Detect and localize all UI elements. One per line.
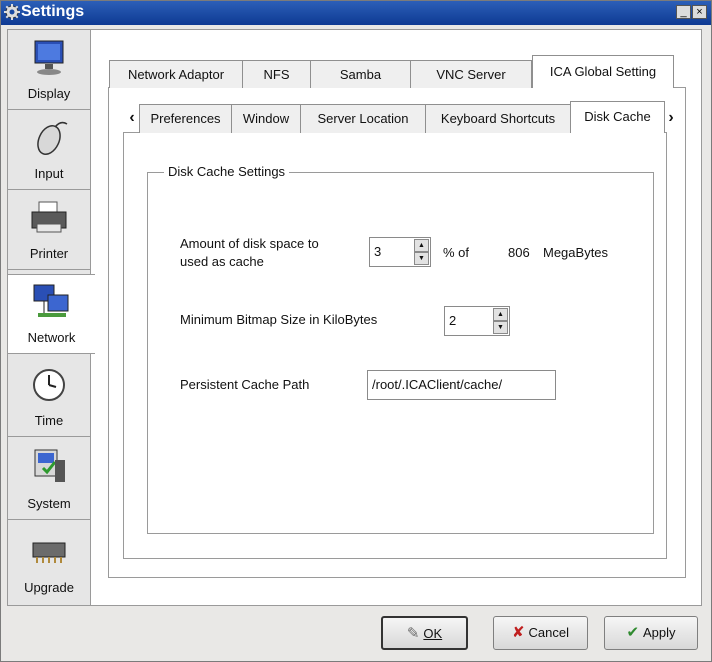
sidebar-item-label: Network bbox=[27, 330, 76, 345]
chip-icon bbox=[32, 542, 66, 563]
ok-button[interactable]: ✎ OK bbox=[381, 616, 468, 650]
sidebar-item-label: Upgrade bbox=[24, 580, 74, 595]
sidebar-item-input[interactable]: Input bbox=[8, 110, 90, 190]
clock-icon bbox=[33, 369, 65, 401]
tab-window[interactable]: Window bbox=[231, 104, 301, 133]
window-title: Settings bbox=[21, 3, 85, 20]
tab-scroll-left-icon[interactable]: ‹ bbox=[126, 110, 138, 128]
network-icon bbox=[33, 284, 68, 317]
spin-up-icon[interactable]: ▲ bbox=[493, 308, 508, 321]
tab-samba[interactable]: Samba bbox=[310, 60, 411, 88]
spin-down-icon[interactable]: ▼ bbox=[414, 252, 429, 265]
amount-label-line1: Amount of disk space to bbox=[180, 236, 319, 251]
percent-of-label: % of bbox=[443, 245, 470, 260]
monitor-icon bbox=[34, 40, 64, 75]
sidebar-item-network[interactable]: Network bbox=[7, 274, 95, 354]
system-icon bbox=[34, 449, 65, 482]
group-title: Disk Cache Settings bbox=[164, 164, 290, 179]
total-mb-value: 806 bbox=[508, 245, 530, 260]
cache-percent-value: 3 bbox=[374, 244, 382, 259]
category-sidebar: Display Input Printer Network Time Syste… bbox=[7, 29, 95, 606]
tab-server-location[interactable]: Server Location bbox=[300, 104, 426, 133]
tab-disk-cache[interactable]: Disk Cache bbox=[570, 101, 665, 133]
settings-window: Settings _ × Display Input Printer Netwo… bbox=[0, 0, 712, 662]
ok-icon: ✎ bbox=[406, 625, 420, 642]
tab-keyboard-shortcuts[interactable]: Keyboard Shortcuts bbox=[425, 104, 571, 133]
tab-nfs[interactable]: NFS bbox=[242, 60, 311, 88]
disk-cache-groupbox bbox=[147, 172, 654, 534]
spin-up-icon[interactable]: ▲ bbox=[414, 239, 429, 252]
spin-down-icon[interactable]: ▼ bbox=[493, 321, 508, 334]
cache-percent-spinner[interactable]: 3 ▲ ▼ bbox=[369, 237, 431, 267]
cancel-button[interactable]: ✘ Cancel bbox=[493, 616, 588, 650]
sidebar-item-label: Display bbox=[27, 86, 71, 101]
title-bar[interactable]: Settings _ × bbox=[1, 1, 711, 25]
tab-network-adaptor[interactable]: Network Adaptor bbox=[109, 60, 243, 88]
sidebar-item-system[interactable]: System bbox=[8, 440, 90, 520]
tab-preferences[interactable]: Preferences bbox=[139, 104, 232, 133]
min-bitmap-label: Minimum Bitmap Size in KiloBytes bbox=[180, 312, 378, 327]
checkmark-icon: ✔ bbox=[626, 624, 640, 641]
cancel-icon: ✘ bbox=[511, 624, 525, 641]
tab-scroll-right-icon[interactable]: › bbox=[665, 110, 677, 128]
gear-icon bbox=[4, 4, 20, 20]
cache-path-input[interactable]: /root/.ICAClient/cache/ bbox=[367, 370, 556, 400]
sidebar-item-display[interactable]: Display bbox=[8, 30, 90, 110]
mouse-icon bbox=[37, 121, 68, 155]
sidebar-item-upgrade[interactable]: Upgrade bbox=[8, 523, 90, 603]
min-bitmap-value: 2 bbox=[449, 313, 457, 328]
printer-icon bbox=[31, 201, 67, 233]
close-button[interactable]: × bbox=[692, 5, 707, 19]
sidebar-item-time[interactable]: Time bbox=[8, 357, 90, 437]
apply-button[interactable]: ✔ Apply bbox=[604, 616, 698, 650]
megabytes-label: MegaBytes bbox=[543, 245, 609, 260]
sidebar-item-label: System bbox=[27, 496, 71, 511]
sidebar-item-printer[interactable]: Printer bbox=[8, 190, 90, 270]
settings-content: Network Adaptor NFS Samba VNC Server ICA… bbox=[90, 29, 702, 606]
amount-label-line2: used as cache bbox=[180, 254, 264, 269]
sidebar-item-label: Input bbox=[34, 166, 64, 181]
tab-vnc-server[interactable]: VNC Server bbox=[410, 60, 532, 88]
cache-path-label: Persistent Cache Path bbox=[180, 377, 310, 392]
sidebar-item-label: Time bbox=[34, 413, 64, 428]
sidebar-item-label: Printer bbox=[29, 246, 69, 261]
minimize-button[interactable]: _ bbox=[676, 5, 691, 19]
tab-ica-global-setting[interactable]: ICA Global Setting bbox=[532, 55, 674, 88]
min-bitmap-spinner[interactable]: 2 ▲ ▼ bbox=[444, 306, 510, 336]
